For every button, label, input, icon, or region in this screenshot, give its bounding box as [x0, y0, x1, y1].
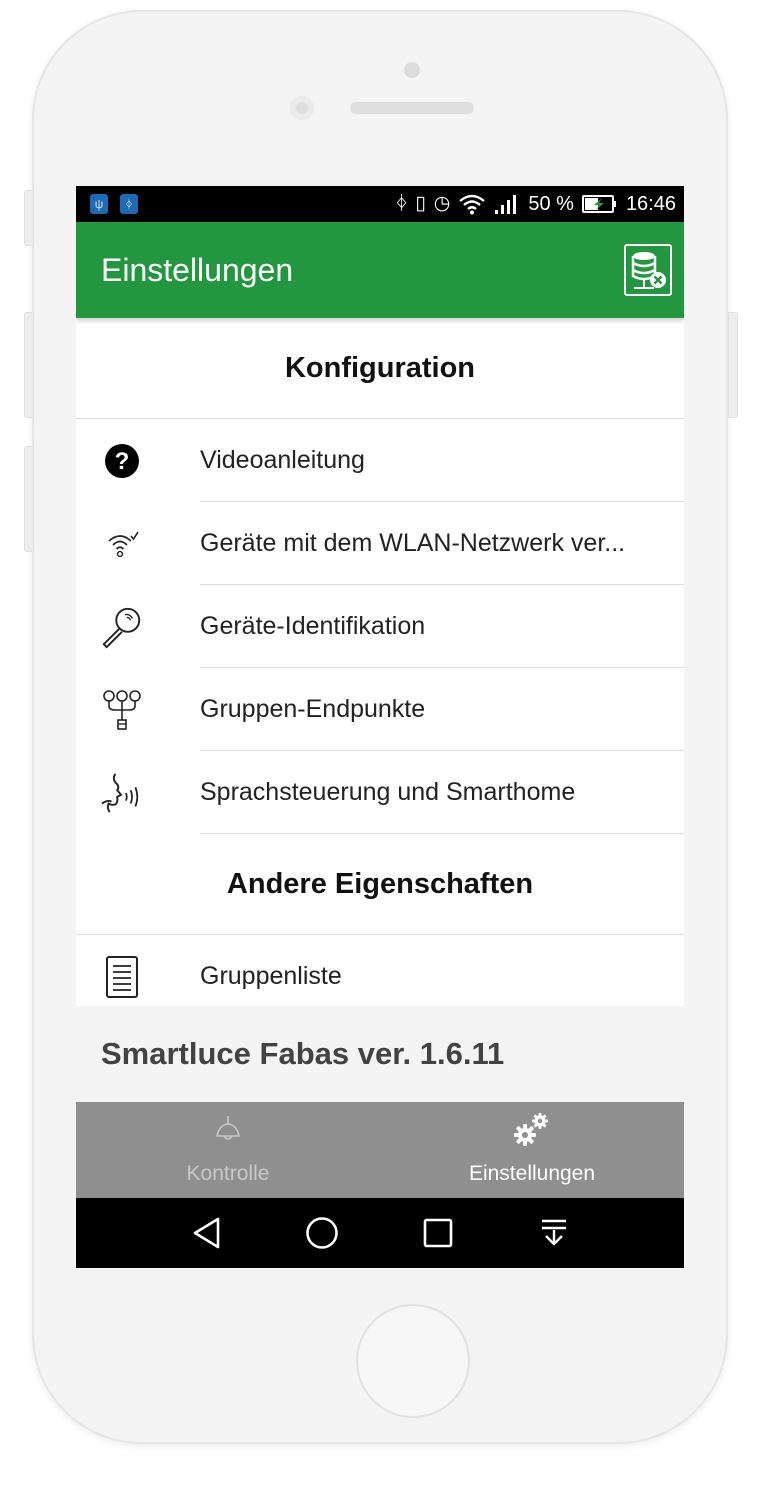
svg-text:?: ?	[115, 448, 130, 475]
divider	[200, 833, 684, 834]
power-button	[728, 312, 738, 418]
tab-einstellungen[interactable]: Einstellungen	[380, 1102, 684, 1198]
alarm-icon: ◷	[433, 193, 451, 214]
wifi-check-icon	[100, 522, 144, 566]
settings-list: Konfiguration ? Videoanleitung Geräte mi…	[76, 318, 684, 1006]
usb-icon: ψ	[90, 194, 108, 214]
section-header-konfiguration: Konfiguration	[76, 318, 684, 419]
voice-control-icon	[100, 771, 144, 815]
list-item-wlan[interactable]: Geräte mit dem WLAN-Netzwerk ver...	[76, 502, 684, 585]
tab-kontrolle[interactable]: Kontrolle	[76, 1102, 380, 1198]
signal-icon	[495, 195, 517, 214]
vibrate-icon: ▯	[415, 193, 426, 214]
list-item-label: Geräte mit dem WLAN-Netzwerk ver...	[200, 529, 626, 557]
bottom-navigation: Kontrolle Einstellungen	[76, 1102, 684, 1198]
volume-up-button	[24, 312, 34, 418]
list-item-videoanleitung[interactable]: ? Videoanleitung	[76, 419, 684, 502]
notification-drawer-icon[interactable]	[537, 1216, 571, 1250]
battery-percent: 50 %	[528, 192, 574, 215]
front-camera	[290, 96, 314, 120]
ceiling-lamp-icon	[216, 1116, 240, 1140]
clock: 16:46	[625, 192, 676, 215]
volume-down-button	[24, 446, 34, 552]
version-bar: Smartluce Fabas ver. 1.6.11	[76, 1006, 684, 1102]
bluetooth-notif-icon: ᛄ	[120, 194, 138, 214]
earpiece-speaker	[350, 102, 474, 114]
system-navigation-bar	[76, 1198, 684, 1268]
database-disconnect-button[interactable]	[624, 244, 672, 296]
app-version: Smartluce Fabas ver. 1.6.11	[101, 1036, 505, 1071]
status-bar: ψ ᛄ ᛄ ▯ ◷ 50 % 16:46	[76, 186, 684, 222]
battery-charging-icon	[581, 195, 616, 213]
bluetooth-icon: ᛄ	[395, 193, 408, 214]
database-disconnect-icon	[631, 252, 666, 289]
document-list-icon	[100, 955, 144, 999]
page-title: Einstellungen	[101, 252, 294, 288]
list-item-gruppen-endpunkte[interactable]: Gruppen-Endpunkte	[76, 668, 684, 751]
help-circle-icon: ?	[100, 439, 144, 483]
tab-label: Einstellungen	[468, 1162, 596, 1185]
app-bar: Einstellungen	[76, 222, 684, 318]
magnifier-icon	[100, 605, 144, 649]
wifi-icon	[459, 194, 486, 215]
phone-screen: ψ ᛄ ᛄ ▯ ◷ 50 % 16:46 Einstellungen Konfi…	[76, 186, 684, 1268]
recents-icon[interactable]	[421, 1216, 455, 1250]
proximity-sensor	[404, 62, 420, 78]
mute-switch	[24, 190, 34, 246]
group-endpoints-icon	[100, 688, 144, 732]
home-icon[interactable]	[305, 1216, 339, 1250]
list-item-gruppenliste[interactable]: Gruppenliste	[76, 935, 684, 1006]
list-item-identifikation[interactable]: Geräte-Identifikation	[76, 585, 684, 668]
list-item-label: Geräte-Identifikation	[200, 612, 426, 640]
back-icon[interactable]	[190, 1216, 224, 1250]
hardware-home-button[interactable]	[356, 1304, 470, 1418]
section-header-andere-eigenschaften: Andere Eigenschaften	[76, 834, 684, 935]
tab-label: Kontrolle	[186, 1162, 270, 1185]
list-item-label: Sprachsteuerung und Smarthome	[200, 778, 576, 806]
list-item-label: Gruppen-Endpunkte	[200, 695, 426, 723]
gears-icon	[514, 1113, 548, 1146]
list-item-sprachsteuerung[interactable]: Sprachsteuerung und Smarthome	[76, 751, 684, 834]
list-item-label: Videoanleitung	[200, 446, 365, 474]
list-item-label: Gruppenliste	[200, 962, 342, 990]
